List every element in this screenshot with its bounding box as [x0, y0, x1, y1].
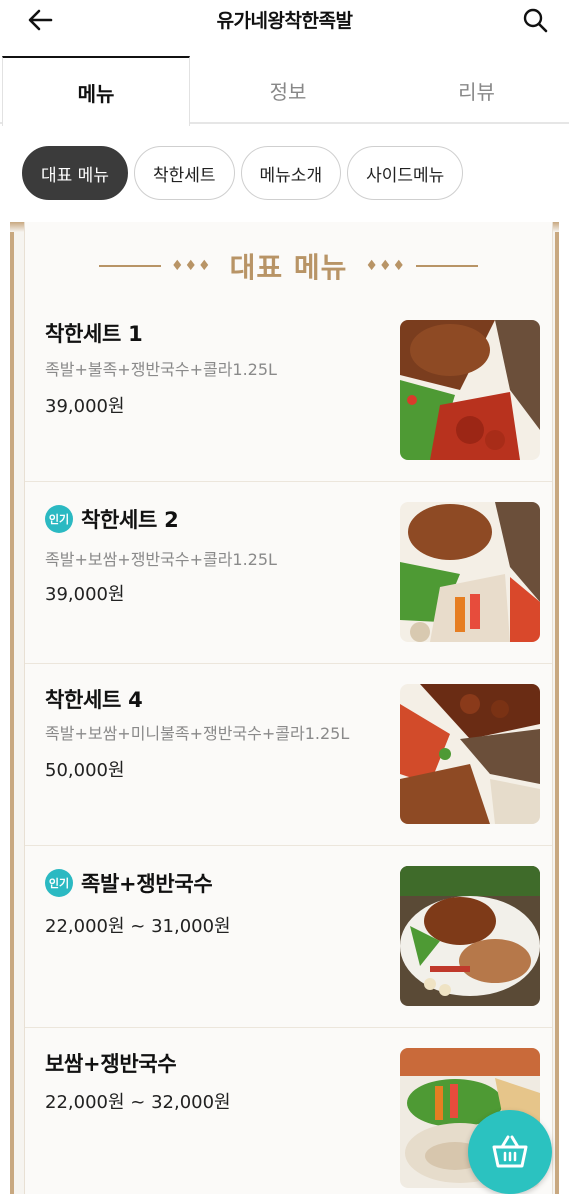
item-photo [400, 866, 540, 1006]
chip-menu-intro[interactable]: 메뉴소개 [240, 146, 342, 200]
item-name-row: 착한세트 4 [45, 684, 143, 714]
item-price: 39,000원 [45, 396, 125, 417]
menu-item[interactable]: 착한세트 4 족발+보쌈+미니불족+쟁반국수+콜라1.25L 50,000원 [25, 664, 552, 846]
item-name-row: 착한세트 1 [45, 318, 143, 348]
chip-good-sets[interactable]: 착한세트 [133, 146, 235, 200]
item-price: 39,000원 [45, 584, 125, 605]
ornament-dots-left: ♦♦♦ [170, 258, 212, 274]
menu-board-inner: ♦♦♦ 대표 메뉴 ♦♦♦ 착한세트 1 족발+불족+쟁반국수+콜라1.25L … [24, 222, 553, 1194]
menu-item[interactable]: 인기 착한세트 2 족발+보쌈+쟁반국수+콜라1.25L 39,000원 [25, 482, 552, 664]
item-description: 족발+보쌈+쟁반국수+콜라1.25L [45, 550, 277, 569]
menu-item[interactable]: 착한세트 1 족발+불족+쟁반국수+콜라1.25L 39,000원 [25, 300, 552, 482]
tab-menu[interactable]: 메뉴 [2, 56, 190, 126]
menu-item[interactable]: 인기 족발+쟁반국수 22,000원 ~ 31,000원 [25, 846, 552, 1028]
section-title: ♦♦♦ 대표 메뉴 ♦♦♦ [25, 244, 552, 288]
ornament-dots-right: ♦♦♦ [365, 258, 407, 274]
category-chips: 대표 메뉴 착한세트 메뉴소개 사이드메뉴 [22, 146, 464, 200]
chip-signature-menu[interactable]: 대표 메뉴 [22, 146, 128, 200]
item-price: 22,000원 ~ 32,000원 [45, 1092, 231, 1113]
tab-bar: 메뉴 정보 리뷰 [0, 56, 569, 126]
page-title: 유가네왕착한족발 [216, 10, 353, 32]
item-name-row: 인기 착한세트 2 [45, 504, 179, 534]
item-name: 족발+쟁반국수 [81, 872, 213, 896]
item-name: 보쌈+쟁반국수 [45, 1052, 177, 1076]
popular-badge: 인기 [45, 869, 73, 897]
app-header: 유가네왕착한족발 [0, 0, 569, 56]
item-photo [400, 320, 540, 460]
item-description: 족발+불족+쟁반국수+콜라1.25L [45, 360, 277, 379]
search-button[interactable] [517, 4, 553, 36]
ornament-line-left [98, 265, 161, 267]
popular-badge: 인기 [45, 505, 73, 533]
ornament-line-right [416, 265, 479, 267]
item-name: 착한세트 1 [45, 322, 143, 346]
item-name: 착한세트 2 [81, 508, 179, 532]
item-description: 족발+보쌈+미니불족+쟁반국수+콜라1.25L [45, 724, 350, 743]
item-photo [400, 502, 540, 642]
section-title-text: 대표 메뉴 [229, 251, 348, 284]
item-photo [400, 684, 540, 824]
tab-reviews[interactable]: 리뷰 [384, 56, 569, 124]
basket-icon [492, 1135, 528, 1168]
tab-info[interactable]: 정보 [192, 56, 384, 124]
menu-board: ♦♦♦ 대표 메뉴 ♦♦♦ 착한세트 1 족발+불족+쟁반국수+콜라1.25L … [10, 222, 559, 1194]
item-price: 22,000원 ~ 31,000원 [45, 916, 231, 937]
chip-side-menu[interactable]: 사이드메뉴 [347, 146, 464, 200]
search-icon [523, 8, 548, 33]
item-name-row: 인기 족발+쟁반국수 [45, 868, 213, 898]
item-price: 50,000원 [45, 760, 125, 781]
item-name-row: 보쌈+쟁반국수 [45, 1048, 177, 1078]
cart-button[interactable] [468, 1110, 552, 1194]
item-name: 착한세트 4 [45, 688, 143, 712]
